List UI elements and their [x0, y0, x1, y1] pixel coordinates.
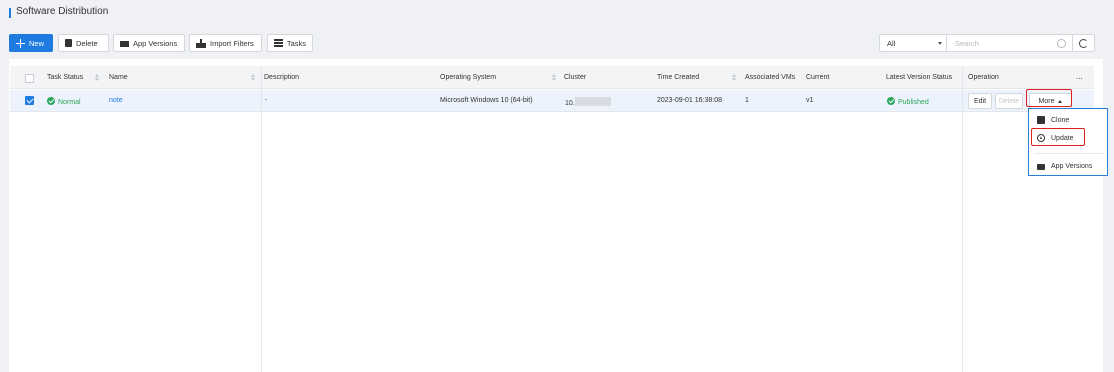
task-status-text: Normal: [58, 99, 81, 106]
new-button-label: New: [29, 38, 45, 48]
menu-divider: [1035, 153, 1103, 154]
task-status-cell: Normal: [47, 97, 81, 106]
header-description[interactable]: Description: [264, 74, 299, 81]
filter-select[interactable]: All: [879, 34, 951, 52]
cluster-text: 10.: [565, 100, 575, 107]
title-accent-bar: [9, 8, 11, 18]
list-icon: [274, 39, 283, 47]
header-cluster[interactable]: Cluster: [564, 74, 586, 81]
header-associated-vms[interactable]: Associated VMs: [745, 74, 795, 81]
new-button[interactable]: New: [9, 34, 53, 52]
table-row[interactable]: [10, 90, 1094, 112]
app-versions-button[interactable]: App Versions: [113, 34, 185, 52]
latest-status-cell: Published: [887, 97, 929, 106]
latest-status-text: Published: [898, 99, 929, 106]
associated-vms-cell: 1: [745, 97, 749, 104]
description-cell: -: [265, 97, 268, 104]
toolbar: New Delete App Versions Import Filters T…: [9, 34, 1105, 52]
refresh-icon: [1079, 39, 1088, 48]
row-checkbox[interactable]: [25, 96, 34, 105]
select-all-checkbox[interactable]: [25, 74, 34, 83]
edit-button[interactable]: Edit: [968, 93, 992, 109]
box-icon: [1037, 163, 1045, 170]
check-circle-icon: [47, 97, 55, 105]
column-settings-button[interactable]: ...: [1076, 72, 1083, 81]
sort-icon[interactable]: [732, 74, 736, 82]
sort-icon[interactable]: [552, 74, 556, 82]
trash-icon: [65, 39, 72, 47]
highlight-update: [1031, 128, 1085, 146]
refresh-button[interactable]: [1072, 34, 1095, 52]
redacted-mask: [574, 97, 611, 106]
menu-item-app-versions-label: App Versions: [1051, 163, 1093, 170]
delete-button-label: Delete: [76, 38, 98, 48]
header-task-status[interactable]: Task Status: [47, 74, 83, 81]
app-versions-button-label: App Versions: [133, 38, 178, 48]
menu-item-clone[interactable]: Clone: [1037, 116, 1069, 124]
plus-icon: [16, 38, 25, 48]
header-time-created[interactable]: Time Created: [657, 74, 699, 81]
box-icon: [120, 41, 129, 47]
menu-item-app-versions[interactable]: App Versions: [1037, 163, 1092, 170]
filter-select-value: All: [887, 38, 896, 48]
header-operating-system[interactable]: Operating System: [440, 74, 496, 81]
chevron-down-icon: [938, 42, 942, 45]
import-filters-button[interactable]: Import Filters: [189, 34, 262, 52]
copy-icon: [1037, 116, 1045, 124]
header-operation: Operation: [968, 74, 999, 81]
tasks-button-label: Tasks: [286, 38, 306, 48]
page-title: Software Distribution: [16, 6, 109, 17]
current-version-cell: v1: [806, 97, 814, 104]
column-divider: [261, 66, 262, 372]
row-delete-button[interactable]: Delete: [995, 93, 1023, 109]
header-latest-version-status[interactable]: Latest Version Status: [886, 74, 952, 81]
header-current[interactable]: Current: [806, 74, 829, 81]
tasks-button[interactable]: Tasks: [267, 34, 313, 52]
menu-item-clone-label: Clone: [1051, 116, 1070, 124]
highlight-more: [1026, 89, 1072, 107]
sort-icon[interactable]: [95, 74, 99, 82]
import-filters-button-label: Import Filters: [210, 38, 254, 48]
search-placeholder: Search: [955, 38, 979, 48]
title-bar: Software Distribution: [0, 0, 1114, 26]
header-name[interactable]: Name: [109, 74, 128, 81]
cluster-cell: 10.: [565, 97, 611, 107]
search-icon[interactable]: [1057, 39, 1066, 48]
os-cell: Microsoft Windows 10 (64-bit): [440, 97, 533, 104]
column-divider: [962, 66, 963, 372]
time-created-cell: 2023-09-01 16:38:08: [657, 97, 722, 104]
sort-icon[interactable]: [251, 74, 255, 82]
import-icon: [196, 38, 206, 48]
search-input[interactable]: Search: [946, 34, 1075, 52]
check-circle-icon: [887, 97, 895, 105]
delete-button[interactable]: Delete: [58, 34, 109, 52]
name-link[interactable]: note: [109, 97, 123, 104]
